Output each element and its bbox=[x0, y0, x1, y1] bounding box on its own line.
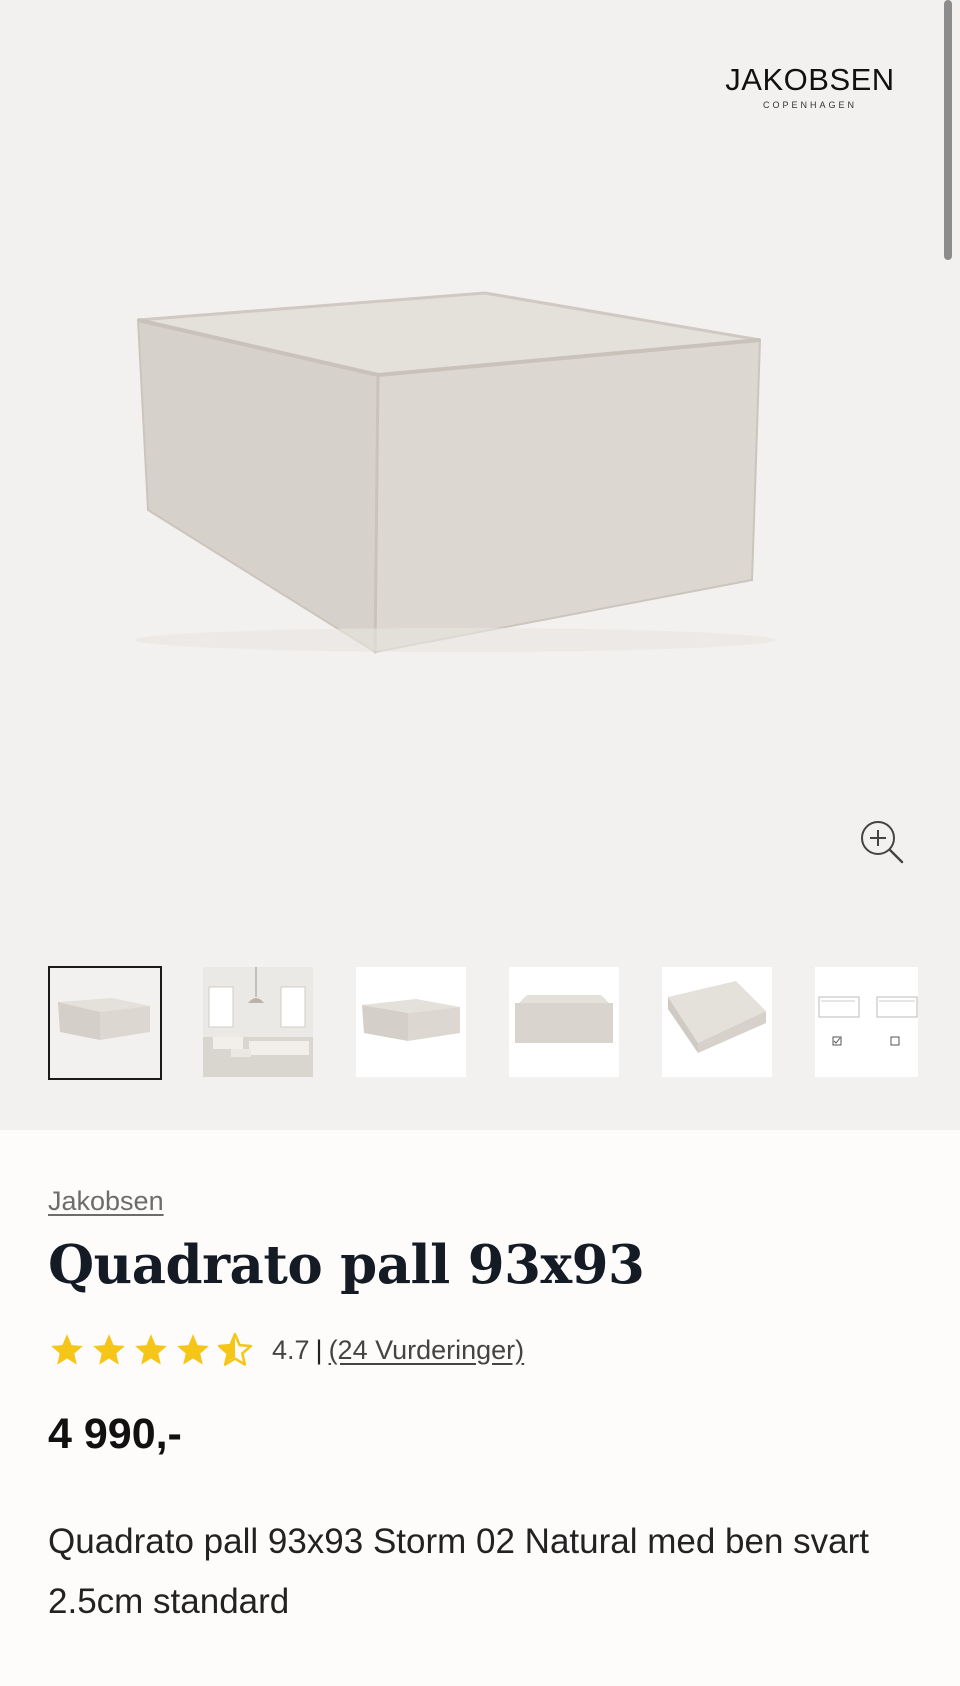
star-icon bbox=[51, 1334, 83, 1365]
thumbnail-4[interactable] bbox=[509, 967, 619, 1077]
thumbnail-3[interactable] bbox=[356, 967, 466, 1077]
product-description: Quadrato pall 93x93 Storm 02 Natural med… bbox=[48, 1522, 869, 1621]
logo-tagline: COPENHAGEN bbox=[762, 100, 857, 110]
zoom-in-icon[interactable] bbox=[858, 818, 906, 866]
leg-options-image bbox=[818, 996, 918, 1046]
living-room-image bbox=[203, 967, 313, 1077]
rating-separator: | bbox=[315, 1334, 323, 1365]
product-price: 4 990,- bbox=[48, 1410, 182, 1458]
thumbnail-2[interactable] bbox=[203, 967, 313, 1077]
reviews-link[interactable]: (24 Vurderinger) bbox=[329, 1335, 525, 1366]
thumbnail-5[interactable] bbox=[662, 967, 772, 1077]
ottoman-front-image bbox=[58, 998, 150, 1040]
brand-link[interactable]: Jakobsen bbox=[48, 1186, 164, 1217]
product-main-image[interactable] bbox=[120, 290, 840, 670]
thumbnail-strip bbox=[48, 966, 928, 1081]
ottoman-top-image bbox=[668, 981, 766, 1053]
rating-stars bbox=[48, 1331, 254, 1369]
ottoman-flat-image bbox=[515, 995, 613, 1043]
scrollbar[interactable] bbox=[944, 0, 952, 260]
star-half-icon bbox=[217, 1332, 253, 1366]
brand-logo: JAKOBSEN COPENHAGEN bbox=[720, 62, 900, 110]
rating-row: 4.7 | (24 Vurderinger) bbox=[48, 1328, 524, 1372]
product-title: Quadrato pall 93x93 bbox=[48, 1234, 645, 1296]
star-icon bbox=[93, 1334, 125, 1365]
product-gallery: JAKOBSEN COPENHAGEN bbox=[0, 0, 960, 1130]
rating-value: 4.7 bbox=[272, 1334, 310, 1365]
thumbnail-6[interactable] bbox=[815, 967, 918, 1077]
ottoman-side-image bbox=[362, 999, 460, 1041]
star-icon bbox=[177, 1334, 209, 1365]
star-icon bbox=[135, 1334, 167, 1365]
thumbnail-1[interactable] bbox=[48, 966, 162, 1080]
logo-wordmark: JAKOBSEN bbox=[725, 62, 895, 97]
product-info: Jakobsen Quadrato pall 93x93 4.7 | (24 V… bbox=[0, 1130, 960, 1686]
